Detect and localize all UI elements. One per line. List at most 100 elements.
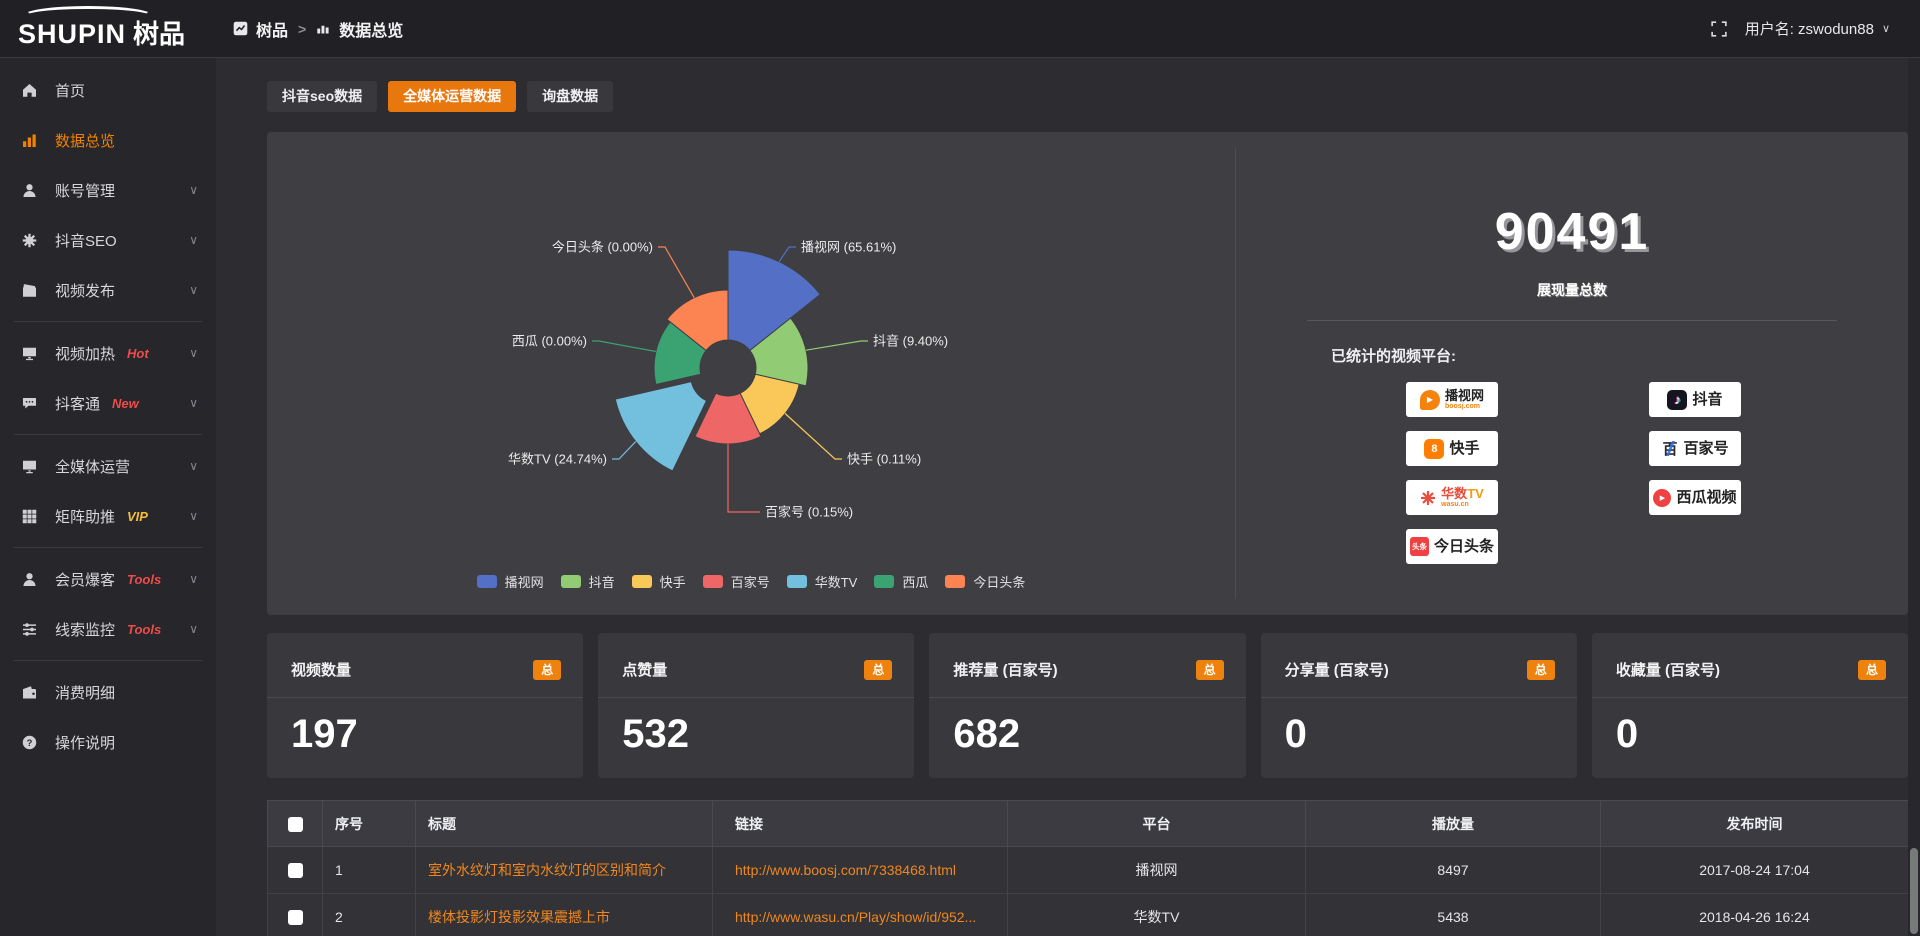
sidebar-item-label: 全媒体运营: [55, 456, 130, 477]
sidebar-menu: 首页数据总览账号管理∨抖音SEO∨视频发布∨视频加热Hot∨抖客通New∨全媒体…: [0, 57, 216, 767]
platform-name: 今日头条: [1434, 539, 1494, 555]
total-badge[interactable]: 总: [864, 660, 892, 680]
sidebar-item-数据总览[interactable]: 数据总览: [0, 115, 216, 165]
chevron-down-icon: ∨: [189, 459, 198, 473]
sidebar-item-label: 视频加热: [55, 343, 115, 364]
breadcrumb-current-icon: [316, 21, 331, 36]
cell-title-link[interactable]: 楼体投影灯投影效果震撼上市: [428, 907, 711, 927]
sidebar-item-抖客通[interactable]: 抖客通New∨: [0, 378, 216, 428]
summary-divider: [1307, 320, 1837, 321]
chevron-down-icon: ∨: [189, 396, 198, 410]
platform-badge-今日头条[interactable]: 头条今日头条: [1406, 529, 1498, 564]
fullscreen-icon[interactable]: [1711, 21, 1727, 37]
overview-panel: 播视网 (65.61%)抖音 (9.40%)快手 (0.11%)百家号 (0.1…: [267, 132, 1908, 615]
pie-label-今日头条: 今日头条 (0.00%): [552, 240, 653, 255]
cell-url-link[interactable]: http://www.wasu.cn/Play/show/id/952...: [735, 909, 1006, 925]
cell-plays: 5438: [1306, 894, 1601, 936]
stat-card-点赞量: 点赞量总532: [598, 633, 914, 778]
legend-swatch: [874, 575, 894, 588]
sidebar-item-抖音SEO[interactable]: 抖音SEO∨: [0, 215, 216, 265]
tab-全媒体运营数据[interactable]: 全媒体运营数据: [388, 81, 516, 112]
sidebar-item-消费明细[interactable]: 消费明细: [0, 667, 216, 717]
xigua-icon: ▶: [1653, 489, 1671, 507]
douyin-icon: ♪: [1667, 390, 1687, 410]
sidebar-item-视频加热[interactable]: 视频加热 Hot ∨: [0, 328, 216, 378]
pie-label-西瓜: 西瓜 (0.00%): [512, 334, 587, 349]
select-all-checkbox[interactable]: [288, 817, 303, 832]
pie-label-line-华数TV: [612, 442, 636, 459]
sidebar-item-视频发布[interactable]: 视频发布∨: [0, 265, 216, 315]
stat-card-title: 推荐量 (百家号): [953, 659, 1057, 680]
total-badge[interactable]: 总: [533, 660, 561, 680]
legend-item-今日头条[interactable]: 今日头条: [945, 572, 1025, 591]
legend-item-播视网[interactable]: 播视网: [477, 572, 544, 591]
home-icon: [22, 82, 40, 98]
wallet-icon: [22, 684, 40, 700]
sidebar-item-label: 操作说明: [55, 732, 115, 753]
stat-card-title: 分享量 (百家号): [1285, 659, 1389, 680]
sidebar-item-线索监控[interactable]: 线索监控Tools∨: [0, 604, 216, 654]
legend-item-西瓜[interactable]: 西瓜: [874, 572, 928, 591]
stat-card-value: 682: [929, 698, 1245, 757]
platform-badge-百家号[interactable]: 百百家号: [1649, 431, 1741, 466]
breadcrumb-root-icon: [233, 21, 248, 36]
sidebar-item-label: 抖音SEO: [55, 230, 117, 251]
sidebar-item-badge: Hot: [127, 346, 149, 361]
sidebar-divider: [14, 547, 202, 548]
total-badge[interactable]: 总: [1196, 660, 1224, 680]
row-checkbox[interactable]: [288, 863, 303, 878]
legend-item-抖音[interactable]: 抖音: [561, 572, 615, 591]
chevron-down-icon: ∨: [189, 346, 198, 360]
legend-item-华数TV[interactable]: 华数TV: [787, 572, 858, 591]
legend-item-百家号[interactable]: 百家号: [703, 572, 770, 591]
table-header-标题: 标题: [416, 801, 713, 847]
cell-url-link[interactable]: http://www.boosj.com/7338468.html: [735, 862, 1006, 878]
table-header-平台: 平台: [1008, 801, 1306, 847]
svg-text:?: ?: [27, 737, 33, 747]
table-row: 1室外水纹灯和室内水纹灯的区别和简介http://www.boosj.com/7…: [268, 847, 1909, 894]
wasu-icon: [1420, 490, 1436, 506]
platform-subtitle: wasu.cn: [1441, 501, 1469, 508]
tab-询盘数据[interactable]: 询盘数据: [527, 81, 613, 112]
breadcrumb-root[interactable]: 树品: [256, 17, 288, 41]
sidebar-item-首页[interactable]: 首页: [0, 65, 216, 115]
scrollbar-thumb[interactable]: [1910, 848, 1918, 934]
pie-slice-华数TV[interactable]: [615, 382, 706, 471]
row-checkbox[interactable]: [288, 910, 303, 925]
total-badge[interactable]: 总: [1858, 660, 1886, 680]
sidebar-item-label: 首页: [55, 80, 85, 101]
stat-cards-row: 视频数量总197点赞量总532推荐量 (百家号)总682分享量 (百家号)总0收…: [267, 633, 1908, 778]
sidebar-item-label: 账号管理: [55, 180, 115, 201]
pie-label-line-西瓜: [592, 341, 656, 352]
legend-label: 百家号: [731, 572, 770, 591]
top-bar: SHUPIN 树品 树品 > 数据总览 用户名: zswodun88 ∨: [0, 0, 1920, 58]
sidebar-item-badge: Tools: [127, 572, 161, 587]
platform-badge-华数TV[interactable]: 华数TVwasu.cn: [1406, 480, 1498, 515]
page-scrollbar[interactable]: [1908, 0, 1920, 936]
username-label[interactable]: 用户名: zswodun88: [1745, 18, 1874, 39]
tab-抖音seo数据[interactable]: 抖音seo数据: [267, 81, 377, 112]
legend-label: 抖音: [589, 572, 615, 591]
platform-badge-抖音[interactable]: ♪抖音: [1649, 382, 1741, 417]
monitor-icon: [22, 458, 40, 474]
sidebar-item-全媒体运营[interactable]: 全媒体运营 ∨: [0, 441, 216, 491]
video-heat-icon: [22, 345, 40, 361]
question-icon: ?: [22, 734, 40, 750]
breadcrumb-current[interactable]: 数据总览: [339, 17, 403, 41]
user-caret-icon[interactable]: ∨: [1882, 22, 1890, 35]
cell-platform: 华数TV: [1008, 894, 1306, 936]
platform-badge-快手[interactable]: 8快手: [1406, 431, 1498, 466]
legend-item-快手[interactable]: 快手: [632, 572, 686, 591]
table-header-链接: 链接: [713, 801, 1008, 847]
sidebar-item-操作说明[interactable]: ? 操作说明: [0, 717, 216, 767]
platform-badge-西瓜视频[interactable]: ▶西瓜视频: [1649, 480, 1741, 515]
stat-card-value: 0: [1261, 698, 1577, 757]
legend-label: 播视网: [505, 572, 544, 591]
total-badge[interactable]: 总: [1527, 660, 1555, 680]
platform-badge-播视网[interactable]: ▶播视网boosj.com: [1406, 382, 1498, 417]
pie-label-抖音: 抖音 (9.40%): [873, 334, 948, 349]
sidebar-item-矩阵助推[interactable]: 矩阵助推VIP∨: [0, 491, 216, 541]
sidebar-item-账号管理[interactable]: 账号管理∨: [0, 165, 216, 215]
sidebar-item-会员爆客[interactable]: 会员爆客Tools∨: [0, 554, 216, 604]
cell-title-link[interactable]: 室外水纹灯和室内水纹灯的区别和简介: [428, 860, 711, 880]
